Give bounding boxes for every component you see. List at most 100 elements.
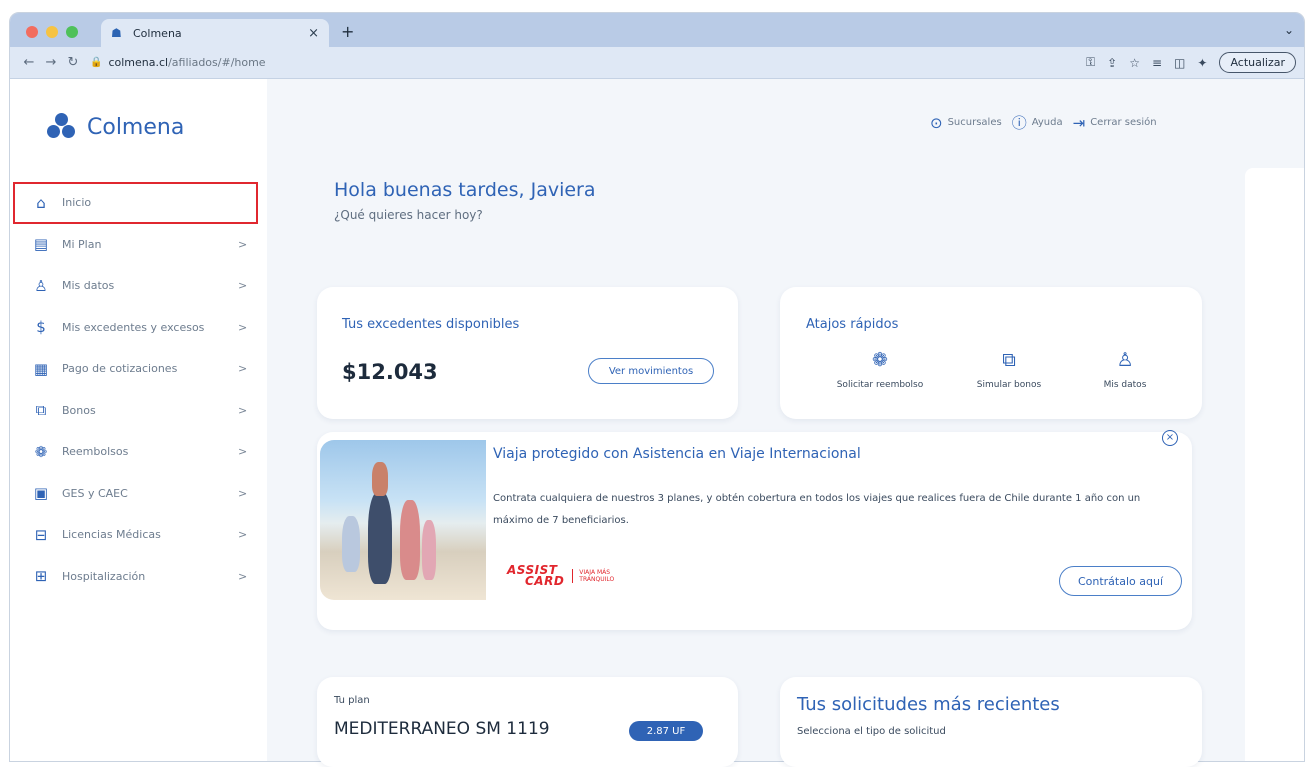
banner-close-icon[interactable]: × — [1162, 430, 1178, 446]
sidebar-item-hospitalizacion[interactable]: ⊞ Hospitalización > — [10, 556, 267, 598]
plan-label: Tu plan — [334, 695, 370, 706]
recent-requests-subtitle: Selecciona el tipo de solicitud — [797, 726, 946, 737]
chevron-right-icon: > — [238, 320, 248, 334]
help-link[interactable]: ⓘ Ayuda — [1012, 112, 1063, 133]
sidebar-item-label: GES y CAEC — [62, 486, 128, 500]
surplus-title: Tus excedentes disponibles — [342, 317, 520, 332]
shortcut-simular-bonos[interactable]: ⧉ Simular bonos — [954, 349, 1064, 390]
shortcut-label: Simular bonos — [976, 380, 1042, 390]
shortcuts-title: Atajos rápidos — [806, 317, 899, 332]
plan-uf-badge: 2.87 UF — [629, 721, 703, 741]
assist-tagline-line2: TRANQUILO — [579, 576, 615, 583]
shortcut-label: Solicitar reembolso — [836, 380, 924, 390]
chevron-right-icon: > — [238, 362, 248, 376]
user-icon: ♙ — [1116, 349, 1134, 371]
right-panel — [1245, 168, 1304, 761]
recent-requests-title: Tus solicitudes más recientes — [797, 694, 1060, 715]
chevron-right-icon: > — [238, 279, 248, 293]
refund-icon: ❁ — [34, 442, 48, 461]
sidebar-item-label: Inicio — [62, 196, 92, 210]
forward-icon[interactable]: → — [40, 55, 62, 70]
contract-here-button[interactable]: Contrátalo aquí — [1059, 566, 1182, 596]
logout-label: Cerrar sesión — [1090, 117, 1157, 128]
sidebar-item-inicio[interactable]: ⌂ Inicio — [13, 182, 258, 224]
back-icon[interactable]: ← — [18, 55, 40, 70]
sidebar-item-mi-plan[interactable]: ▤ Mi Plan > — [10, 224, 267, 266]
sidebar-item-label: Bonos — [62, 403, 96, 417]
reading-list-icon[interactable]: ≡ — [1152, 56, 1162, 70]
bookmark-star-icon[interactable]: ☆ — [1129, 56, 1140, 70]
browser-toolbar: ⚿ ⇪ ☆ ≡ ◫ ✦ Actualizar — [1086, 52, 1304, 73]
sidebar-item-bonos[interactable]: ⧉ Bonos > — [10, 390, 267, 432]
refund-icon: ❁ — [872, 349, 888, 371]
money-icon: $ — [36, 318, 46, 337]
banner-title: Viaja protegido con Asistencia en Viaje … — [493, 446, 861, 462]
minimize-window-button[interactable] — [46, 26, 58, 38]
colmena-logo[interactable]: Colmena — [47, 113, 184, 141]
sidebar-item-label: Mis datos — [62, 279, 115, 293]
banner-description: Contrata cualquiera de nuestros 3 planes… — [493, 493, 1141, 526]
chevron-right-icon: > — [238, 445, 248, 459]
view-movements-button[interactable]: Ver movimientos — [588, 358, 714, 384]
url-host: colmena.cl — [108, 56, 169, 69]
sidebar-item-ges-caec[interactable]: ▣ GES y CAEC > — [10, 473, 267, 515]
sidebar-item-pago-cotizaciones[interactable]: ▦ Pago de cotizaciones > — [10, 348, 267, 390]
sidepanel-icon[interactable]: ◫ — [1174, 56, 1185, 70]
voucher-icon: ⧉ — [1002, 349, 1016, 371]
tab-title: Colmena — [133, 26, 182, 40]
reload-icon[interactable]: ↻ — [62, 55, 84, 70]
payment-doc-icon: ▦ — [33, 359, 49, 378]
location-pin-icon: ⊙ — [930, 113, 943, 132]
browser-tab[interactable]: ☗ Colmena × — [101, 19, 329, 47]
chevron-right-icon: > — [238, 237, 248, 251]
branches-label: Sucursales — [947, 117, 1002, 128]
maximize-window-button[interactable] — [66, 26, 78, 38]
assist-brand-line2: CARD — [525, 574, 565, 588]
sidebar-item-label: Pago de cotizaciones — [62, 362, 178, 376]
update-button[interactable]: Actualizar — [1219, 52, 1296, 73]
branches-link[interactable]: ⊙ Sucursales — [930, 114, 1002, 132]
ges-icon: ▣ — [33, 484, 49, 503]
help-label: Ayuda — [1031, 117, 1063, 128]
greeting-title: Hola buenas tardes, Javiera — [334, 179, 596, 201]
tab-close-icon[interactable]: × — [308, 26, 319, 41]
key-icon[interactable]: ⚿ — [1086, 55, 1095, 70]
colmena-favicon-icon: ☗ — [111, 26, 122, 40]
sidebar: Colmena ⌂ Inicio ▤ Mi Plan > ♙ Mis datos… — [10, 79, 267, 761]
shortcut-label: Mis datos — [1103, 380, 1147, 390]
lock-icon: 🔒 — [90, 57, 103, 68]
sidebar-item-label: Licencias Médicas — [62, 528, 161, 542]
tab-bar: ☗ Colmena × + ⌄ — [10, 13, 1304, 47]
extension-icon[interactable]: ✦ — [1197, 56, 1207, 70]
assist-card-logo: ASSIST CARD VIAJA MÁS TRANQUILO — [493, 557, 676, 595]
chevron-right-icon: > — [238, 528, 248, 542]
new-tab-button[interactable]: + — [341, 22, 354, 41]
hospital-icon: ⊞ — [34, 567, 48, 586]
medical-license-icon: ⊟ — [34, 525, 48, 544]
sidebar-item-licencias[interactable]: ⊟ Licencias Médicas > — [10, 514, 267, 556]
logout-link[interactable]: ⇥ Cerrar sesión — [1073, 114, 1157, 132]
sidebar-item-label: Mis excedentes y excesos — [62, 320, 205, 334]
url-field[interactable]: 🔒 colmena.cl /afiliados/#/home — [90, 56, 266, 69]
surplus-amount: $12.043 — [342, 360, 438, 384]
chevron-right-icon: > — [238, 569, 248, 583]
surplus-card — [317, 287, 738, 419]
chevron-right-icon: > — [238, 403, 248, 417]
sidebar-item-excedentes[interactable]: $ Mis excedentes y excesos > — [10, 307, 267, 349]
sidebar-item-reembolsos[interactable]: ❁ Reembolsos > — [10, 431, 267, 473]
chevron-right-icon: > — [238, 486, 248, 500]
user-icon: ♙ — [34, 276, 48, 295]
shortcut-mis-datos[interactable]: ♙ Mis datos — [1070, 349, 1180, 390]
tab-list-chevron-icon[interactable]: ⌄ — [1284, 23, 1294, 37]
assist-tagline: VIAJA MÁS TRANQUILO — [572, 569, 614, 583]
share-icon[interactable]: ⇪ — [1107, 56, 1117, 70]
sidebar-item-label: Hospitalización — [62, 569, 146, 583]
greeting-subtitle: ¿Qué quieres hacer hoy? — [334, 208, 483, 222]
top-navigation: ⊙ Sucursales ⓘ Ayuda ⇥ Cerrar sesión — [930, 112, 1157, 133]
close-window-button[interactable] — [26, 26, 38, 38]
shortcut-solicitar-reembolso[interactable]: ❁ Solicitar reembolso — [825, 349, 935, 390]
assist-tagline-line1: VIAJA MÁS — [579, 569, 611, 576]
colmena-logo-icon — [47, 113, 81, 141]
sidebar-menu: ⌂ Inicio ▤ Mi Plan > ♙ Mis datos > $ Mis… — [10, 182, 267, 597]
sidebar-item-mis-datos[interactable]: ♙ Mis datos > — [10, 265, 267, 307]
